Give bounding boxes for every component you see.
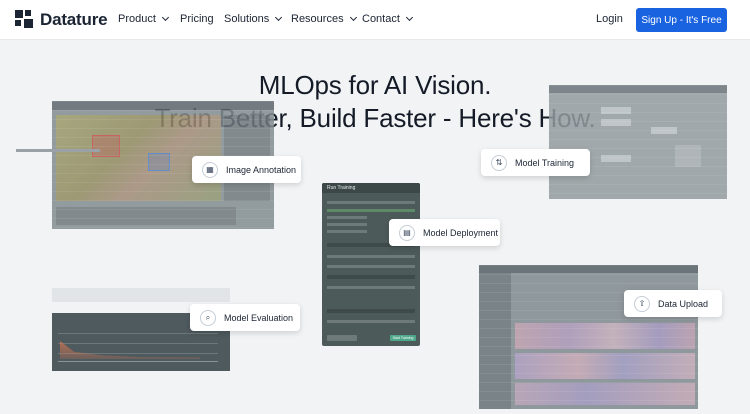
datature-logo[interactable]: Datature	[15, 10, 108, 30]
chevron-down-icon	[405, 13, 413, 22]
feature-data-upload[interactable]: ⇧ Data Upload	[624, 290, 722, 317]
nav-resources-label: Resources	[291, 13, 344, 25]
feature-model-evaluation[interactable]: ⌕ Model Evaluation	[190, 304, 300, 331]
feature-model-evaluation-label: Model Evaluation	[224, 312, 294, 323]
nav-solutions-label: Solutions	[224, 13, 270, 25]
nav-solutions[interactable]: Solutions	[224, 13, 283, 25]
chevron-down-icon	[275, 13, 283, 22]
run-training-panel: Run Training Start Training	[322, 183, 420, 346]
feature-image-annotation[interactable]: ▦ Image Annotation	[192, 156, 301, 183]
logo-text: Datature	[40, 10, 108, 29]
annotation-slider-track	[16, 149, 100, 152]
nav-product[interactable]: Product	[118, 13, 169, 25]
upload-icon: ⇧	[634, 295, 650, 312]
feature-model-deployment[interactable]: ▤ Model Deployment	[389, 219, 500, 246]
feature-model-training-label: Model Training	[515, 157, 575, 168]
signup-button[interactable]: Sign Up - It's Free	[636, 8, 727, 32]
document-icon: ▤	[399, 224, 415, 241]
feature-data-upload-label: Data Upload	[658, 298, 709, 309]
nav-product-label: Product	[118, 13, 156, 25]
nav-contact[interactable]: Contact	[362, 13, 413, 25]
swap-icon: ⇅	[491, 154, 507, 171]
training-screenshot	[549, 85, 727, 199]
nav-resources[interactable]: Resources	[291, 13, 357, 25]
start-training-button[interactable]: Start Training	[390, 335, 416, 341]
magnifier-icon: ⌕	[200, 309, 216, 326]
nav-pricing[interactable]: Pricing	[180, 13, 214, 25]
feature-image-annotation-label: Image Annotation	[226, 164, 297, 175]
feature-model-deployment-label: Model Deployment	[423, 227, 499, 238]
chevron-down-icon	[161, 13, 169, 22]
grid-icon: ▦	[202, 161, 218, 178]
feature-model-training[interactable]: ⇅ Model Training	[481, 149, 590, 176]
login-link[interactable]: Login	[596, 13, 623, 25]
run-training-title: Run Training	[322, 183, 420, 193]
upload-screenshot	[479, 265, 698, 409]
logo-mark-icon	[15, 10, 35, 30]
top-navbar: Datature Product Pricing Solutions Resou…	[0, 0, 750, 40]
chevron-down-icon	[349, 13, 357, 22]
nav-pricing-label: Pricing	[180, 13, 214, 25]
evaluation-header-bar	[52, 288, 230, 302]
nav-contact-label: Contact	[362, 13, 400, 25]
